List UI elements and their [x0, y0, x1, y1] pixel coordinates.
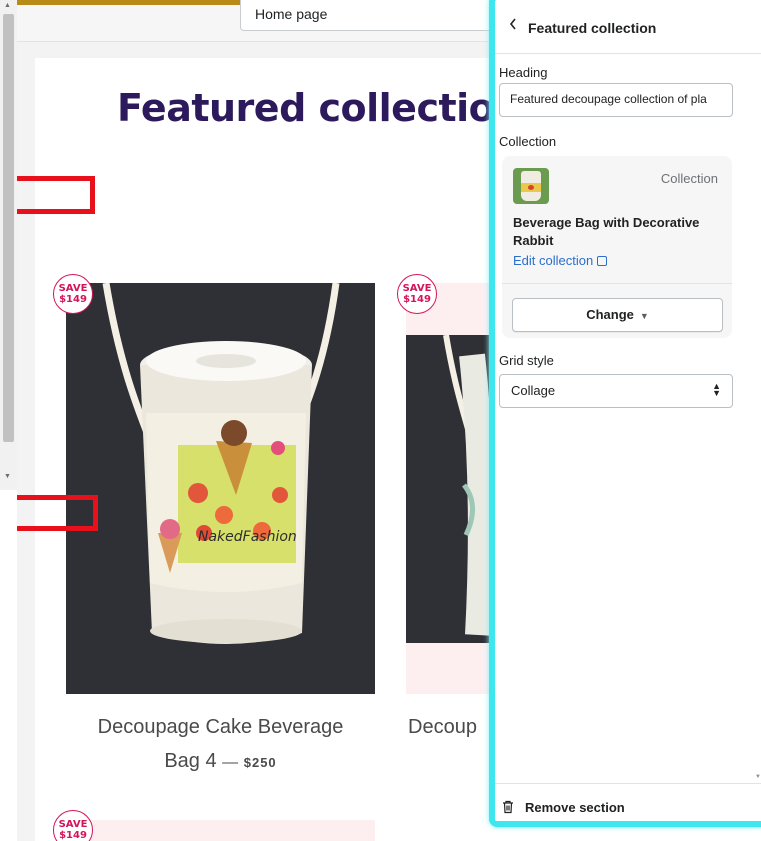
collection-name: Beverage Bag with Decorative Rabbit — [513, 215, 700, 248]
change-collection-button[interactable]: Change ▼ — [512, 298, 723, 332]
grid-style-select[interactable]: Collage ▲ ▼ — [499, 374, 733, 408]
preview-topbar: Home page — [17, 0, 495, 42]
change-label: Change — [586, 307, 634, 322]
preview-scrollbar[interactable]: ▲ ▼ — [0, 0, 17, 490]
product-image[interactable] — [66, 820, 375, 841]
svg-text:NakedFashion: NakedFashion — [198, 529, 297, 545]
scroll-down-arrow-icon[interactable]: ▼ — [4, 473, 11, 481]
caret-down-icon: ▼ — [639, 311, 649, 321]
grid-style-value: Collage — [511, 383, 556, 398]
external-link-icon — [597, 256, 608, 266]
product-title-line: Bag 4 — [164, 750, 217, 772]
beverage-bag-photo — [406, 334, 495, 643]
price-separator: — — [222, 754, 239, 771]
scrollbar-thumb[interactable] — [3, 14, 14, 442]
collection-thumbnail — [513, 168, 549, 204]
save-badge: SAVE $149 — [397, 274, 437, 314]
product-image[interactable]: NakedFashion — [66, 283, 375, 694]
panel-header: Featured collection — [495, 6, 761, 54]
scroll-down-arrow-icon[interactable]: ▼ — [755, 774, 761, 780]
storefront-preview: Featured collection of — [35, 58, 495, 841]
panel-footer: Remove section — [495, 783, 761, 821]
heading-label: Heading — [499, 65, 548, 80]
section-settings-panel: Featured collection Heading Featured dec… — [489, 0, 761, 827]
collection-label: Collection — [499, 134, 557, 149]
remove-section-button[interactable]: Remove section — [525, 800, 625, 815]
edit-collection-label: Edit collection — [513, 253, 594, 268]
toolbar-accent-strip — [17, 0, 275, 5]
beverage-bag-photo: NakedFashion — [66, 283, 375, 694]
product-title-line: Decoupage Cake Beverage — [97, 716, 344, 738]
edit-collection-link[interactable]: Edit collection — [513, 253, 608, 268]
scroll-up-arrow-icon[interactable]: ▲ — [4, 2, 11, 10]
product-title[interactable]: Decoup — [408, 710, 495, 744]
badge-label: SAVE — [58, 283, 88, 294]
save-badge: SAVE $149 — [53, 274, 93, 314]
product-price: $250 — [243, 755, 277, 770]
select-arrows-icon: ▲ ▼ — [712, 381, 721, 398]
preview-canvas: Home page Featured collection of — [17, 0, 495, 841]
badge-amount: $149 — [59, 830, 87, 841]
collection-type: Collection — [660, 171, 718, 186]
badge-label: SAVE — [402, 283, 432, 294]
product-image[interactable] — [406, 283, 495, 694]
divider — [502, 283, 732, 284]
badge-amount: $149 — [403, 294, 431, 305]
product-photo — [406, 334, 495, 643]
save-badge: SAVE $149 — [53, 810, 93, 841]
annotation-highlight — [17, 495, 98, 531]
chevron-left-icon[interactable] — [505, 17, 521, 37]
annotation-highlight — [17, 176, 95, 214]
badge-amount: $149 — [59, 294, 87, 305]
scrollbar-gutter — [0, 490, 17, 841]
heading-input[interactable]: Featured decoupage collection of pla — [499, 83, 733, 117]
badge-label: SAVE — [58, 819, 88, 830]
collection-card: Collection Beverage Bag with Decorative … — [502, 156, 732, 338]
product-title[interactable]: Decoupage Cake Beverage Bag 4 — $250 — [66, 710, 375, 780]
page-selector[interactable]: Home page — [240, 0, 495, 31]
panel-scrollbar[interactable]: ▼ — [755, 54, 761, 782]
featured-collection-heading: Featured collection of — [117, 86, 495, 130]
grid-style-label: Grid style — [499, 353, 554, 368]
trash-icon — [503, 800, 513, 814]
panel-title: Featured collection — [528, 20, 657, 36]
